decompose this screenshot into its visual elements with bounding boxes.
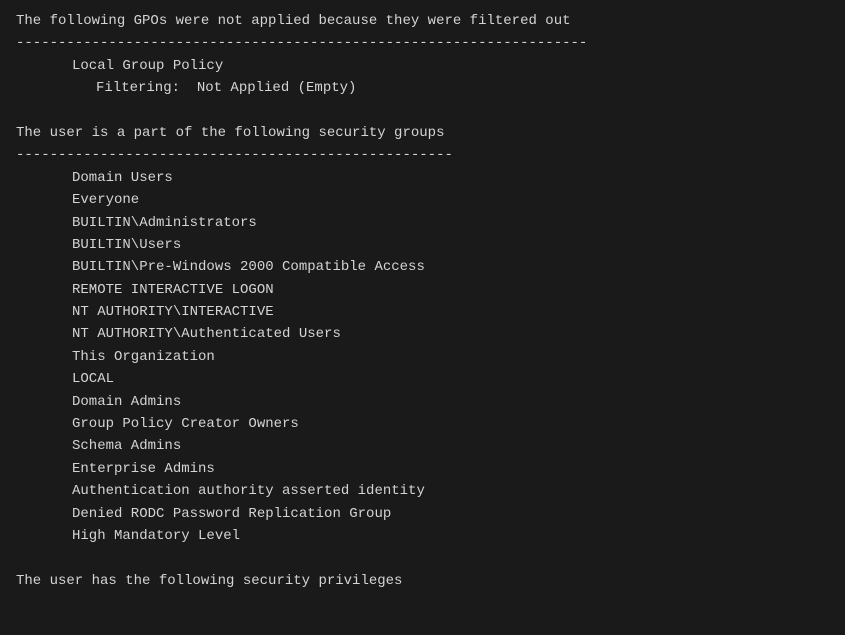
terminal-line: NT AUTHORITY\INTERACTIVE <box>16 301 829 323</box>
terminal-line: The following GPOs were not applied beca… <box>16 10 829 32</box>
terminal-line: BUILTIN\Users <box>16 234 829 256</box>
terminal-line: Everyone <box>16 189 829 211</box>
terminal-line: Filtering: Not Applied (Empty) <box>16 77 829 99</box>
separator-line: ----------------------------------------… <box>16 32 829 54</box>
terminal-line: NT AUTHORITY\Authenticated Users <box>16 323 829 345</box>
terminal-line: High Mandatory Level <box>16 525 829 547</box>
terminal-line: Domain Users <box>16 167 829 189</box>
terminal-line: LOCAL <box>16 368 829 390</box>
terminal-line: The user is a part of the following secu… <box>16 122 829 144</box>
terminal-line: Group Policy Creator Owners <box>16 413 829 435</box>
terminal-line: BUILTIN\Administrators <box>16 212 829 234</box>
terminal-line: The user has the following security priv… <box>16 570 829 592</box>
terminal-line: BUILTIN\Pre-Windows 2000 Compatible Acce… <box>16 256 829 278</box>
terminal-line: Domain Admins <box>16 391 829 413</box>
terminal-container: The following GPOs were not applied beca… <box>16 10 829 592</box>
terminal-line: This Organization <box>16 346 829 368</box>
terminal-line: Enterprise Admins <box>16 458 829 480</box>
separator-line: ----------------------------------------… <box>16 144 829 166</box>
blank-line <box>16 100 829 122</box>
terminal-line: REMOTE INTERACTIVE LOGON <box>16 279 829 301</box>
blank-line <box>16 547 829 569</box>
terminal-line: Local Group Policy <box>16 55 829 77</box>
terminal-line: Authentication authority asserted identi… <box>16 480 829 502</box>
terminal-line: Schema Admins <box>16 435 829 457</box>
terminal-line: Denied RODC Password Replication Group <box>16 503 829 525</box>
